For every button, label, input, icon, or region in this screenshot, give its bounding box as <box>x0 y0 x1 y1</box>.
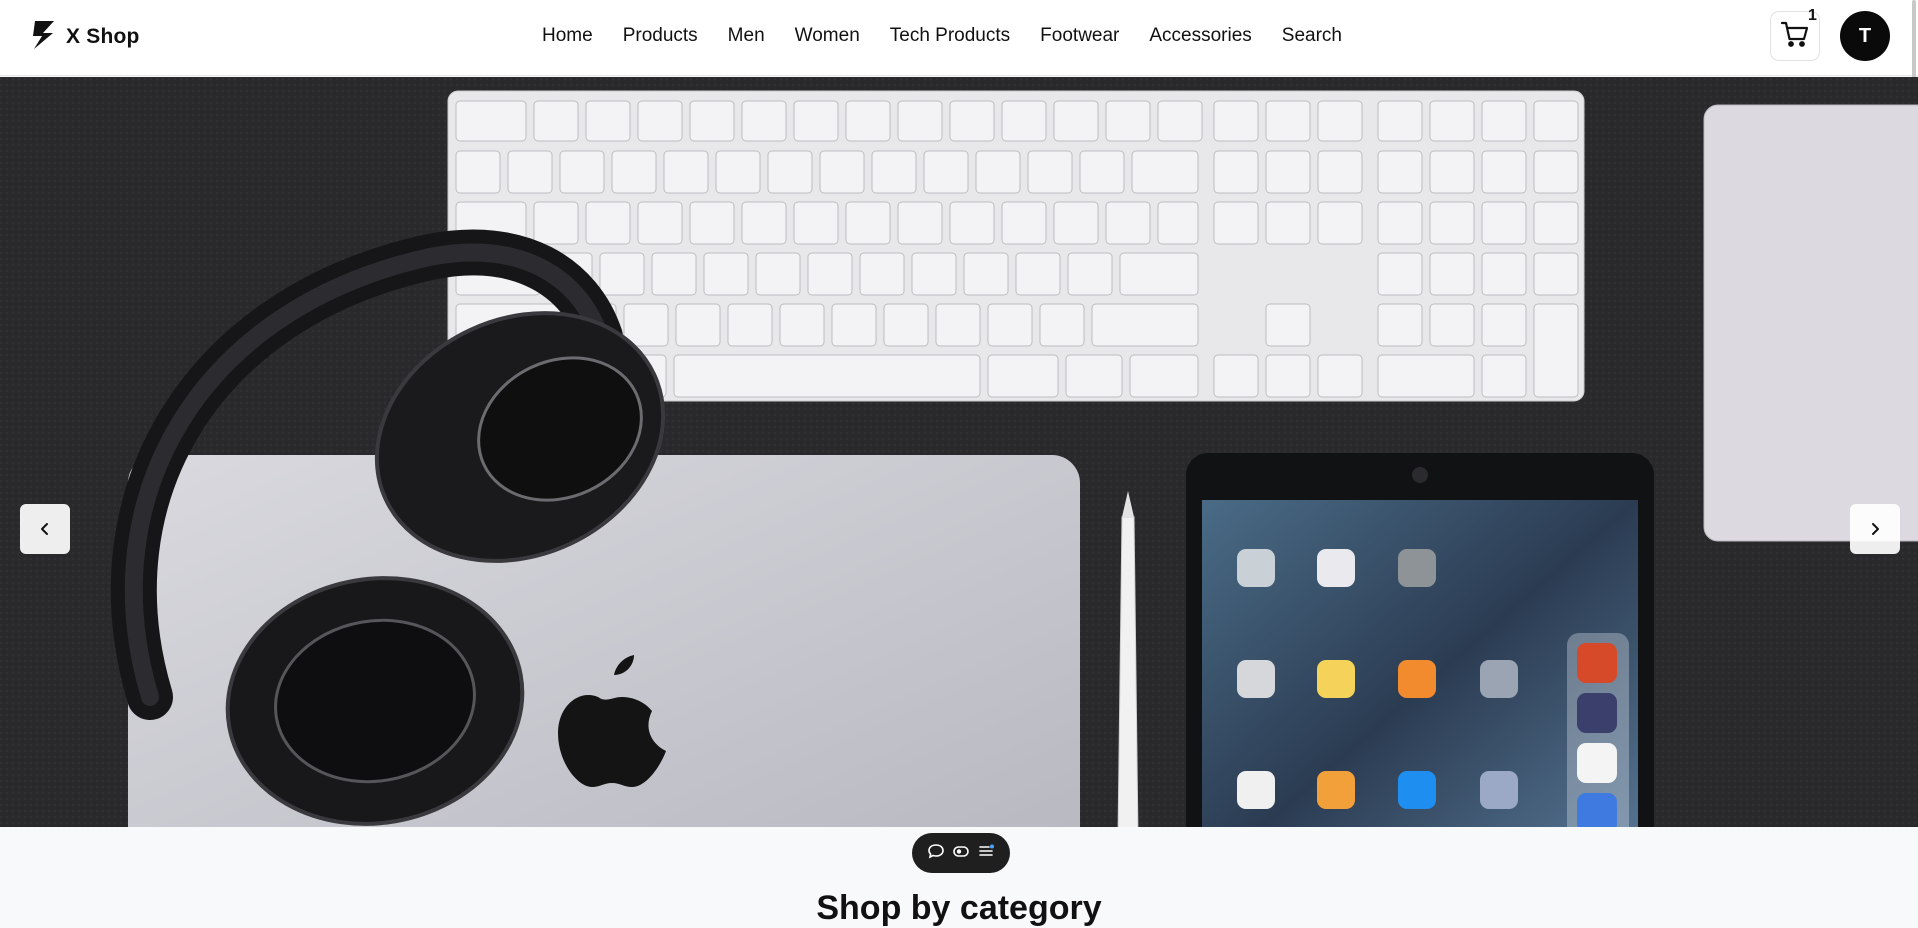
zap-logo-icon <box>32 20 56 55</box>
site-header: X Shop Home Products Men Women Tech Prod… <box>0 0 1918 76</box>
floating-toolbar <box>912 833 1010 873</box>
toggle-icon[interactable] <box>952 842 970 865</box>
nav-item-men[interactable]: Men <box>728 22 765 50</box>
main-nav: Home Products Men Women Tech Products Fo… <box>542 22 1342 50</box>
nav-item-search[interactable]: Search <box>1282 22 1342 50</box>
brand-name: X Shop <box>66 25 140 48</box>
nav-item-tech-products[interactable]: Tech Products <box>890 22 1010 50</box>
nav-item-home[interactable]: Home <box>542 22 593 50</box>
cart-count-badge: 1 <box>1808 7 1817 24</box>
hero-carousel <box>0 77 1918 827</box>
nav-item-women[interactable]: Women <box>795 22 860 50</box>
nav-item-products[interactable]: Products <box>623 22 698 50</box>
shopping-cart-icon <box>1780 19 1810 54</box>
chevron-right-icon <box>1867 521 1883 537</box>
menu-list-icon[interactable] <box>977 842 995 865</box>
nav-item-accessories[interactable]: Accessories <box>1149 22 1251 50</box>
brand-logo[interactable]: X Shop <box>32 20 140 54</box>
avatar-initial: T <box>1858 24 1872 47</box>
comment-icon[interactable] <box>927 842 945 865</box>
carousel-next-button[interactable] <box>1850 504 1900 554</box>
chevron-left-icon <box>37 521 53 537</box>
hero-image <box>0 77 1918 827</box>
nav-item-footwear[interactable]: Footwear <box>1040 22 1119 50</box>
user-avatar[interactable]: T <box>1840 11 1890 61</box>
section-title: Shop by category <box>816 889 1102 927</box>
carousel-prev-button[interactable] <box>20 504 70 554</box>
